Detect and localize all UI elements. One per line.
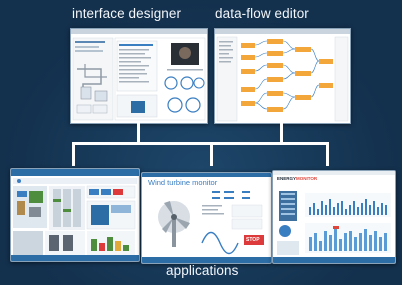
app-wind-turbine-screenshot: Wind turbine monitor STOP	[141, 172, 272, 264]
app-dashboard-screenshot	[10, 168, 140, 262]
energy-monitor-canvas	[277, 191, 391, 255]
interface-designer-screenshot	[70, 28, 208, 124]
data-flow-editor-screenshot	[214, 28, 351, 124]
caption-data-flow-editor: data-flow editor	[215, 6, 309, 21]
caption-interface-designer: interface designer	[72, 6, 182, 21]
app-energy-monitor-screenshot: ENERGYMONITOR	[272, 170, 396, 264]
connector-branch-left	[72, 142, 75, 166]
connector-branch-right	[326, 142, 329, 166]
connector-horizontal	[72, 142, 329, 145]
dashboard-canvas	[13, 178, 137, 255]
caption-applications: applications	[166, 263, 239, 278]
wind-turbine-canvas	[158, 191, 264, 255]
connector-branch-middle	[210, 142, 213, 166]
data-flow-canvas	[216, 36, 349, 122]
window-footer	[11, 255, 139, 261]
window-footer	[273, 257, 395, 263]
interface-designer-canvas	[72, 37, 206, 121]
connector-right-vertical	[280, 122, 283, 144]
connector-left-vertical	[137, 122, 140, 144]
stop-button[interactable]: STOP	[246, 237, 260, 243]
